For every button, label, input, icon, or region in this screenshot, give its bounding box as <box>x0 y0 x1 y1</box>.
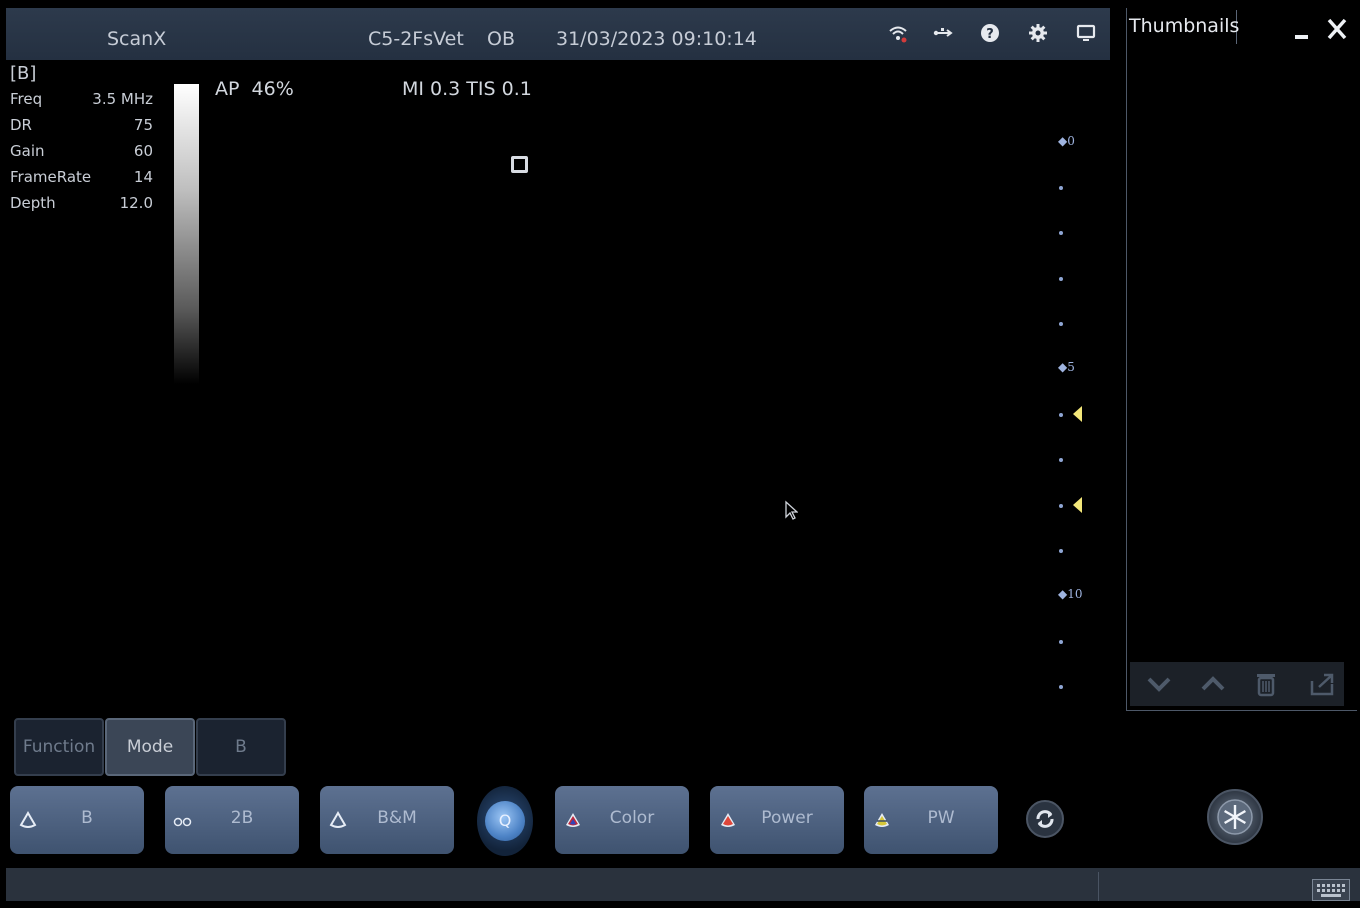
param-value-framerate: 14 <box>133 168 153 186</box>
thumbnails-panel <box>1126 8 1357 711</box>
param-value-freq: 3.5 MHz <box>92 90 153 108</box>
tab-b[interactable]: B <box>196 718 286 776</box>
snowflake-icon[interactable] <box>1207 789 1263 845</box>
power-doppler-icon <box>718 810 738 830</box>
tab-mode[interactable]: Mode <box>105 718 195 776</box>
close-icon[interactable] <box>1326 16 1348 42</box>
param-label-gain: Gain <box>10 142 45 160</box>
probe-name: C5-2FsVet <box>368 28 464 50</box>
param-label-freq: Freq <box>10 90 43 108</box>
trash-icon[interactable] <box>1251 669 1281 699</box>
chevron-up-icon[interactable] <box>1198 669 1228 699</box>
wifi-icon[interactable] <box>887 22 909 44</box>
status-divider <box>1098 872 1099 901</box>
color-doppler-icon <box>563 810 583 830</box>
mode-pw-label: PW <box>927 808 955 828</box>
help-icon[interactable]: ? <box>979 22 1001 44</box>
depth-tick <box>1059 458 1063 462</box>
mode-power-button[interactable]: Power <box>710 786 844 854</box>
depth-tick <box>1059 549 1063 553</box>
exam-type: OB <box>487 28 515 50</box>
usb-icon[interactable] <box>932 22 954 44</box>
export-icon[interactable] <box>1307 669 1337 699</box>
depth-label-10: ◆10 <box>1058 587 1083 601</box>
depth-label-0: ◆0 <box>1058 134 1075 148</box>
depth-tick <box>1059 640 1063 644</box>
tab-function[interactable]: Function <box>14 718 104 776</box>
acoustic-power: AP 46% <box>215 78 294 100</box>
depth-tick <box>1059 685 1063 689</box>
refresh-icon[interactable] <box>1026 800 1064 838</box>
param-label-depth: Depth <box>10 194 56 212</box>
app-name: ScanX <box>107 28 167 50</box>
gear-icon[interactable] <box>1027 22 1049 44</box>
probe-convex-icon <box>328 810 348 830</box>
mode-pw-button[interactable]: PW <box>864 786 998 854</box>
mode-color-button[interactable]: Color <box>555 786 689 854</box>
mode-power-label: Power <box>761 808 813 828</box>
mode-b-button[interactable]: B <box>10 786 144 854</box>
status-bar <box>6 868 1360 901</box>
pulsed-wave-icon <box>872 810 892 830</box>
param-label-framerate: FrameRate <box>10 168 92 186</box>
depth-tick <box>1059 504 1063 508</box>
param-label-dr: DR <box>10 116 32 134</box>
depth-tick <box>1059 231 1063 235</box>
mode-bm-button[interactable]: B&M <box>320 786 454 854</box>
quick-optimize-label: Q <box>485 801 525 841</box>
monitor-icon[interactable] <box>1075 22 1097 44</box>
svg-text:?: ? <box>986 27 994 42</box>
probe-convex-icon <box>18 810 38 830</box>
param-value-dr: 75 <box>133 116 153 134</box>
mode-b-label: B <box>81 808 93 828</box>
minimize-icon[interactable] <box>1292 16 1312 42</box>
depth-tick <box>1059 322 1063 326</box>
focus-marker[interactable] <box>1073 497 1082 513</box>
mode-tag: [B] <box>10 63 37 84</box>
depth-tick <box>1059 413 1063 417</box>
param-value-gain: 60 <box>133 142 153 160</box>
roi-marker[interactable] <box>511 156 528 173</box>
thumbnails-title: Thumbnails <box>1129 15 1240 37</box>
date-time: 31/03/2023 09:10:14 <box>556 28 757 50</box>
mi-tis-index: MI 0.3 TIS 0.1 <box>402 78 532 100</box>
keyboard-icon[interactable] <box>1312 879 1350 901</box>
depth-tick <box>1059 186 1063 190</box>
param-value-depth: 12.0 <box>119 194 153 212</box>
thumbnails-tab[interactable]: Thumbnails <box>1126 10 1240 44</box>
mode-bm-label: B&M <box>377 808 417 828</box>
grayscale-bar <box>174 84 199 384</box>
depth-tick <box>1059 277 1063 281</box>
dual-probe-icon <box>173 810 193 830</box>
pointer-cursor-icon <box>784 500 799 524</box>
quick-optimize-button[interactable]: Q <box>477 786 533 856</box>
mode-2b-button[interactable]: 2B <box>165 786 299 854</box>
depth-label-5: ◆5 <box>1058 360 1075 374</box>
chevron-down-icon[interactable] <box>1144 669 1174 699</box>
mode-2b-label: 2B <box>230 808 254 828</box>
mode-color-label: Color <box>609 808 655 828</box>
focus-marker[interactable] <box>1073 406 1082 422</box>
